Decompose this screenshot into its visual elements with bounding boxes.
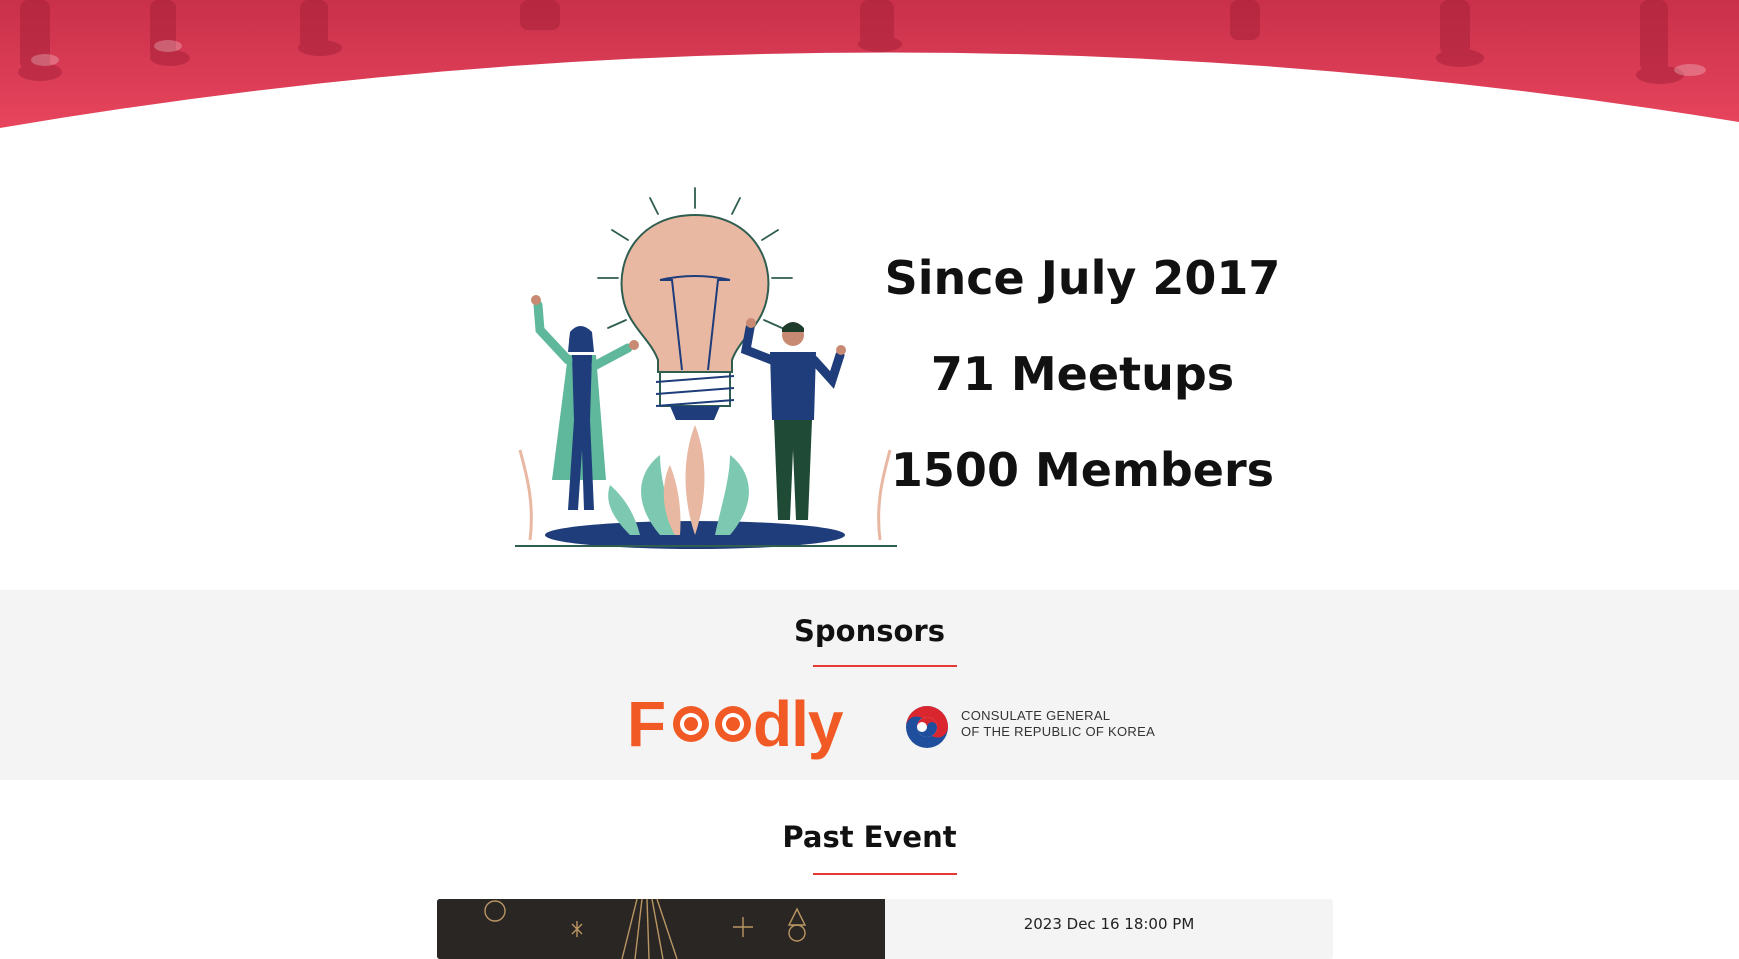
lightbulb-illustration [510, 180, 902, 552]
event-date: 2023 Dec 16 18:00 PM [1023, 915, 1195, 933]
lightbulb-illustration-image [515, 187, 897, 549]
sponsors-underline [813, 665, 957, 667]
event-card[interactable]: 2023 Dec 16 18:00 PM [437, 899, 1333, 959]
korea-emblem-icon [906, 706, 948, 748]
sponsors-title: Sponsors [794, 614, 945, 648]
consulate-korea-logo[interactable]: CONSULATE GENERAL OF THE REPUBLIC OF KOR… [903, 703, 1155, 751]
hero-banner [0, 0, 1739, 135]
past-event-underline [813, 873, 957, 875]
korea-logo-text: CONSULATE GENERAL OF THE REPUBLIC OF KOR… [961, 708, 1155, 740]
korea-logo-line1: CONSULATE GENERAL [961, 708, 1111, 723]
svg-text:dly: dly [753, 690, 844, 760]
hero-banner-image [0, 0, 1739, 135]
foodly-logo-image: F dly [627, 688, 845, 760]
past-event-section: Past Event 2023 Dec 16 18:00 PM [0, 780, 1739, 959]
foodly-logo[interactable]: F dly [627, 688, 872, 762]
event-image-graphic [437, 899, 885, 959]
stat-meetups: 71 Meetups [930, 347, 1235, 401]
past-event-title: Past Event [782, 820, 957, 854]
sponsors-section: Sponsors F dly CONSULATE GENERAL OF THE … [0, 590, 1739, 780]
stat-since: Since July 2017 [884, 251, 1281, 305]
korea-logo-line2: OF THE REPUBLIC OF KOREA [961, 724, 1156, 739]
svg-text:F: F [627, 690, 665, 760]
stats-block: Since July 2017 71 Meetups 1500 Members [880, 230, 1285, 518]
stat-members: 1500 Members [890, 443, 1275, 497]
event-image[interactable] [437, 899, 885, 959]
